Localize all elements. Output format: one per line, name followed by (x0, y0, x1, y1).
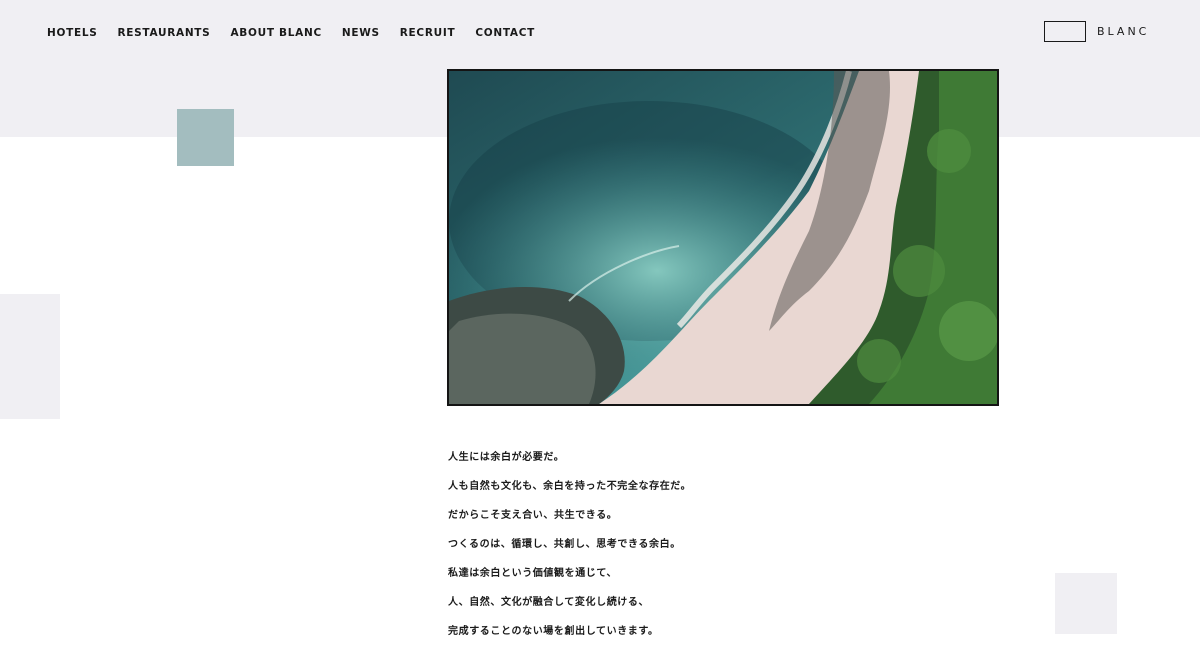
brand-statement: 人生には余白が必要だ。 人も自然も文化も、余白を持った不完全な存在だ。 だからこ… (448, 451, 948, 654)
aerial-beach-illustration (449, 71, 997, 404)
brand-logo[interactable]: BLANC (1044, 21, 1149, 42)
nav-item-hotels[interactable]: HOTELS (47, 27, 98, 39)
decorative-left-block (0, 294, 60, 419)
nav-item-about-blanc[interactable]: ABOUT BLANC (230, 27, 321, 39)
nav-item-news[interactable]: NEWS (342, 27, 380, 39)
statement-line: 人、自然、文化が融合して変化し続ける、 (448, 597, 650, 608)
statement-line: 私達は余白という価値観を通じて、 (448, 568, 618, 579)
statement-line: 完成することのない場を創出していきます。 (448, 626, 659, 637)
logo-text: BLANC (1097, 25, 1150, 38)
statement-line: 人生には余白が必要だ。 (448, 452, 565, 463)
main-nav: HOTELS RESTAURANTS ABOUT BLANC NEWS RECR… (47, 27, 535, 39)
decorative-right-square (1055, 573, 1117, 634)
nav-item-contact[interactable]: CONTACT (475, 27, 535, 39)
decorative-teal-square (177, 109, 234, 166)
hero-image (447, 69, 999, 406)
statement-line: つくるのは、循環し、共創し、思考できる余白。 (448, 539, 681, 550)
logo-mark (1044, 21, 1086, 42)
statement-line: 人も自然も文化も、余白を持った不完全な存在だ。 (448, 481, 692, 492)
statement-line: だからこそ支え合い、共生できる。 (448, 510, 618, 521)
nav-item-recruit[interactable]: RECRUIT (400, 27, 456, 39)
nav-item-restaurants[interactable]: RESTAURANTS (118, 27, 211, 39)
